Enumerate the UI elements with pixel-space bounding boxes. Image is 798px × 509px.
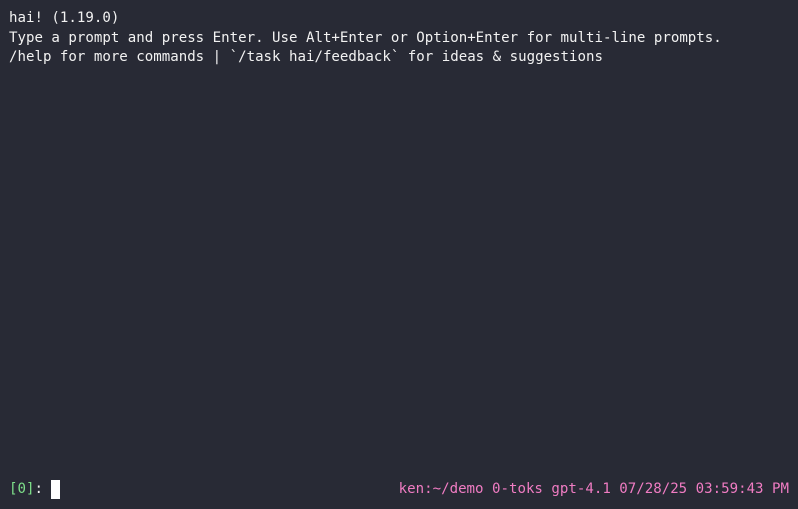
status-bar: ken:~/demo 0-toks gpt-4.1 07/28/25 03:59… [398, 481, 789, 497]
prompt-separator: : [34, 481, 43, 497]
prompt-input-cursor[interactable] [50, 480, 60, 500]
version-banner: hai! (1.19.0) [9, 10, 120, 26]
help-hint: /help for more commands | `/task hai/fee… [9, 49, 603, 65]
usage-hint: Type a prompt and press Enter. Use Alt+E… [9, 29, 722, 46]
prompt: [0]: [9, 480, 60, 500]
prompt-index: [0] [9, 481, 35, 497]
prompt-row: [0]: ken:~/demo 0-toks gpt-4.1 07/28/25 … [9, 480, 789, 500]
terminal-output: hai! (1.19.0) Type a prompt and press En… [9, 9, 789, 68]
terminal-window[interactable]: hai! (1.19.0) Type a prompt and press En… [0, 0, 798, 509]
